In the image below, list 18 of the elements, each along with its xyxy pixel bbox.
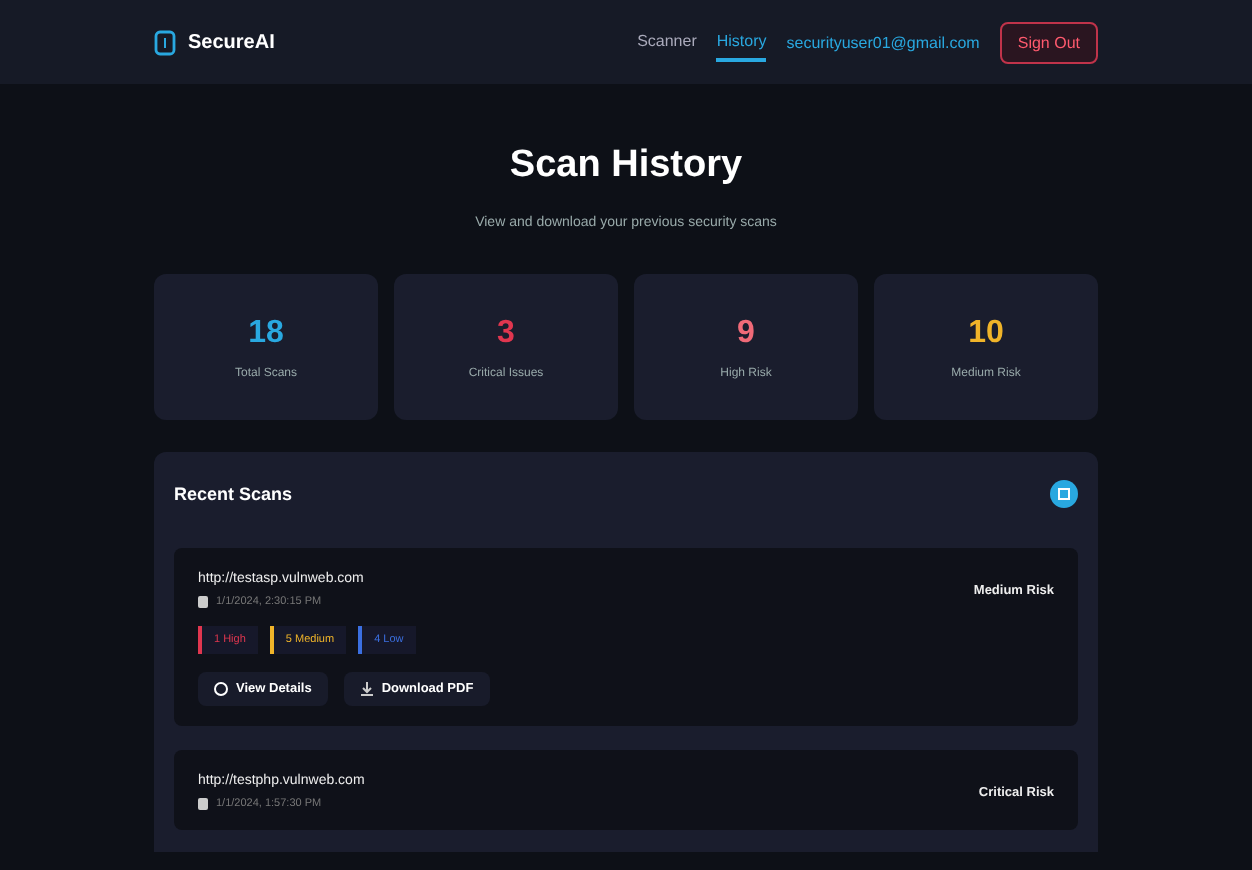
square-icon — [1058, 488, 1070, 500]
download-icon — [359, 682, 374, 696]
calendar-icon — [198, 798, 208, 810]
nav-link[interactable]: Scanner — [637, 23, 697, 61]
user-email: securityuser01@gmail.com — [786, 33, 980, 51]
stat-value: 3 — [497, 315, 515, 351]
panel-title: Recent Scans — [174, 484, 293, 504]
calendar-icon — [198, 596, 208, 608]
stat-value: 18 — [248, 315, 284, 351]
brand-name[interactable]: SecureAI — [188, 31, 275, 53]
nav-link[interactable]: History — [716, 23, 767, 61]
eye-icon — [214, 682, 228, 696]
shield-icon — [154, 29, 176, 55]
page-title: Scan History — [509, 144, 743, 188]
refresh-button[interactable] — [1050, 480, 1078, 508]
sign-out-button[interactable]: Sign Out — [999, 21, 1098, 63]
stat-value: 10 — [968, 315, 1004, 351]
stat-value: 9 — [737, 315, 755, 351]
